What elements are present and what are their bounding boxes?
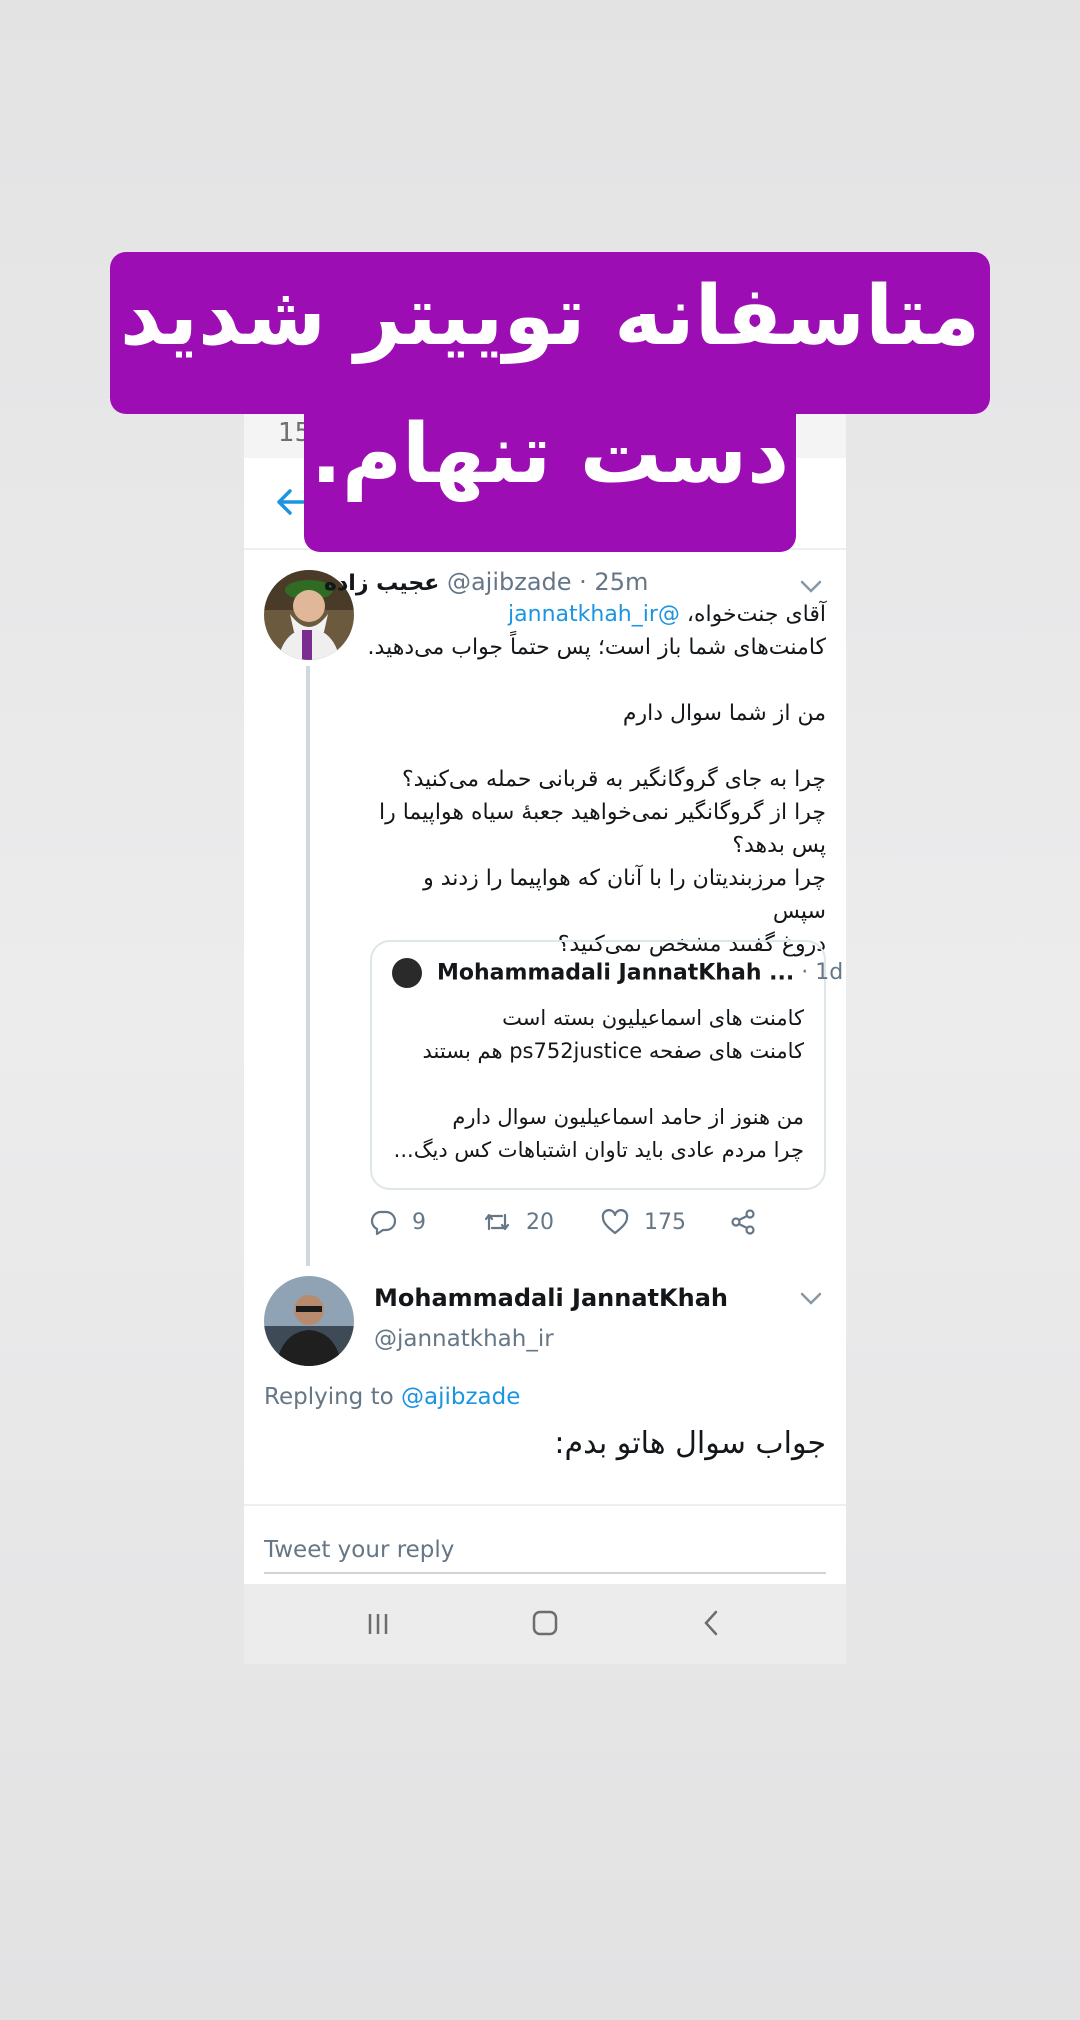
tweet-line: آقای جنت‌خواه، @jannatkhah_ir [508,602,826,627]
reply-icon [370,1210,397,1236]
author-handle[interactable]: @ajibzade [447,568,572,596]
tweet-line [364,664,826,697]
retweet-icon [484,1213,510,1231]
replying-to: Replying to @ajibzade [264,1384,521,1410]
like-count: 175 [644,1209,686,1235]
avatar[interactable] [264,1276,354,1366]
quoted-line: کامنت های صفحه ps752justice هم بستند [422,1039,804,1063]
quoted-line: کامنت های اسماعیلیون بسته است [502,1006,804,1030]
tweet-line: پس بدهد؟ [732,833,826,858]
reply-input[interactable] [264,1528,826,1574]
mention-link[interactable]: @ajibzade [401,1384,520,1410]
tweet-header: عجیب زاده @ajibzade · 25m [324,568,794,602]
tweet-line: چرا به جای گروگانگیر به قربانی حمله می‌ک… [401,767,826,792]
quoted-line: چرا مردم عادی باید تاوان اشتباهات کس دیگ… [393,1138,804,1162]
tweet-text: آقای جنت‌خواه، @jannatkhah_ir کامنت‌های … [364,598,826,961]
author-handle[interactable]: @jannatkhah_ir [374,1326,554,1352]
quoted-tweet-header: Mohammadali JannatKhah ... · 1d [392,958,843,992]
quoted-tweet-text: کامنت های اسماعیلیون بسته است کامنت های … [392,1002,804,1167]
nav-back-icon[interactable] [692,1606,732,1642]
tweet-line: چرا از گروگانگیر نمی‌خواهید جعبهٔ سیاه ه… [379,800,826,825]
tweet-line: کامنت‌های شما باز است؛ پس حتماً جواب می‌… [367,635,826,660]
reply-count: 9 [412,1209,426,1235]
tweet-line: چرا مرزبندیتان را با آنان که هواپیما را … [423,866,826,924]
chevron-down-icon[interactable] [800,1292,822,1306]
author-name[interactable]: عجیب زاده [324,571,439,596]
quoted-author-name: Mohammadali JannatKhah ... [437,960,795,986]
quoted-line [392,1068,804,1101]
retweet-button[interactable]: 20 [482,1202,554,1242]
quoted-tweet-time: · 1d [801,960,844,985]
quoted-tweet[interactable]: Mohammadali JannatKhah ... · 1d کامنت ها… [370,940,843,1190]
tweet-thread-screenshot: 15 عجیب زاده @ajibzade · 25m آقای جنت‌خو… [244,412,846,1664]
tweet-actions: 9 20 175 [368,1202,788,1242]
android-nav-bar [244,1584,846,1664]
share-icon [731,1209,755,1235]
tweet-line: من از شما سوال دارم [622,701,826,726]
like-icon [601,1209,629,1235]
tweet-text: جواب سوال هاتو بدم: [554,1426,826,1461]
nav-home-icon[interactable] [525,1606,565,1642]
tweet-line [364,730,826,763]
mention-link[interactable]: @jannatkhah_ir [508,602,680,627]
nav-recents-icon[interactable] [358,1606,398,1642]
share-button[interactable] [728,1202,758,1242]
author-name[interactable]: Mohammadali JannatKhah [374,1284,728,1312]
caption-line: متاسفانه توییتر شدید [119,269,981,364]
chevron-down-icon[interactable] [800,580,822,594]
retweet-count: 20 [526,1209,554,1235]
divider [244,1504,846,1506]
avatar [392,958,422,988]
reply-button[interactable]: 9 [368,1202,426,1242]
thread-line [306,666,310,1266]
quoted-line: من هنوز از حامد اسماعیلیون سوال دارم [452,1105,804,1129]
tweet-time: · 25m [579,568,649,596]
like-button[interactable]: 175 [600,1202,686,1242]
caption-line: دست تنهام. [310,407,790,502]
